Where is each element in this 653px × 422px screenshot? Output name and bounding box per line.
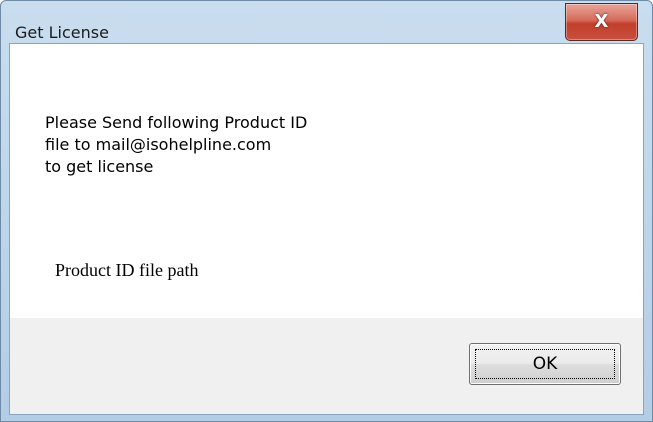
close-button[interactable]: X — [565, 3, 638, 41]
button-bar: OK — [10, 318, 643, 414]
instruction-line-2: file to mail@isohelpline.com — [45, 135, 272, 154]
close-icon: X — [594, 11, 609, 32]
instruction-message: Please Send following Product ID file to… — [45, 112, 307, 178]
ok-button-label: OK — [532, 354, 558, 374]
dialog-content: Please Send following Product ID file to… — [9, 43, 644, 415]
instruction-line-3: to get license — [45, 157, 154, 176]
instruction-line-1: Please Send following Product ID — [45, 113, 308, 132]
window-title: Get License — [15, 23, 109, 42]
product-id-path-label: Product ID file path — [55, 260, 199, 280]
ok-button[interactable]: OK — [469, 343, 621, 385]
get-license-dialog: Get License X Please Send following Prod… — [0, 0, 653, 422]
